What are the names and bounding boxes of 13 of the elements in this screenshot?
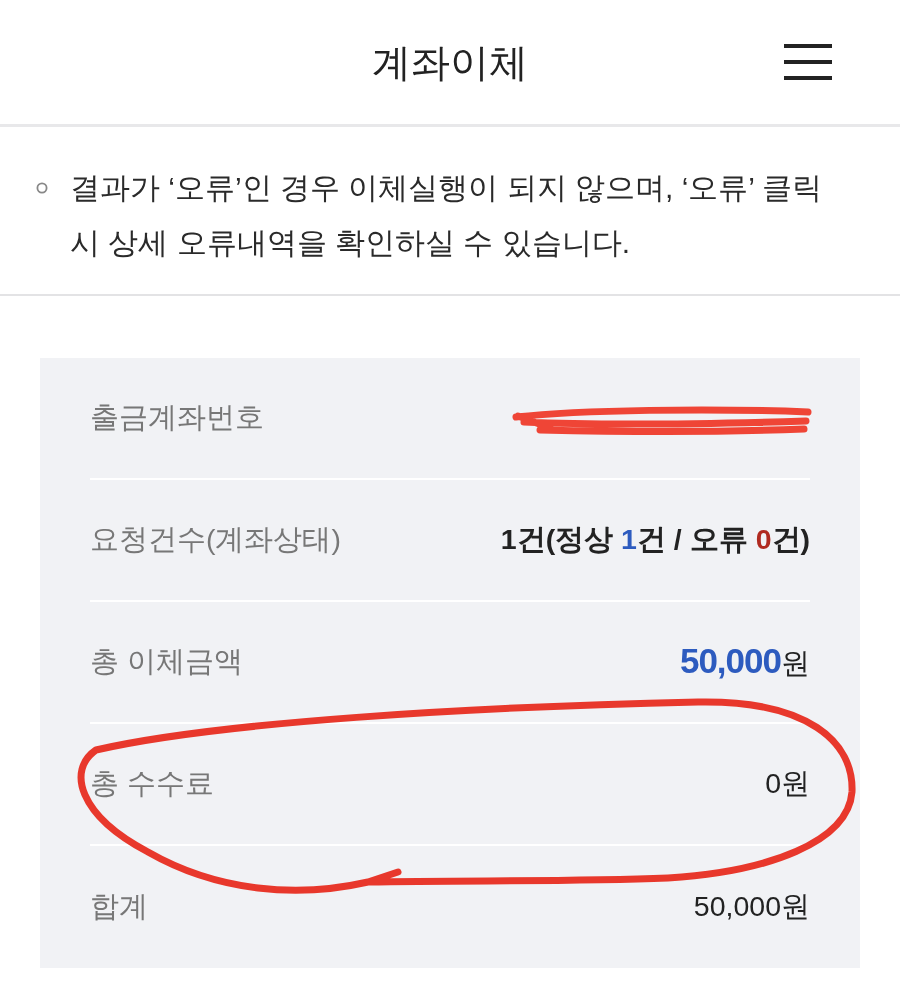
row-label: 합계: [90, 889, 148, 924]
notice-text: 결과가 ‘오류’인 경우 이체실행이 되지 않으며, ‘오류’ 클릭 시 상세 오류내역을 확인하실 수 있습니다.: [70, 170, 824, 261]
row-label: 요청건수(계좌상태): [90, 522, 341, 557]
page-title: 계좌이체: [372, 40, 528, 86]
menu-icon[interactable]: [784, 44, 832, 80]
row-value: 1건(정상 1건 / 오류 0건): [500, 522, 810, 557]
row-value: 50,000원: [693, 889, 810, 924]
row-label: 총 이체금액: [90, 644, 243, 679]
row-label: 출금계좌번호: [90, 400, 264, 435]
row-value: 50,000원: [679, 641, 810, 682]
row-label: 총 수수료: [90, 766, 214, 801]
row-value: 0원: [765, 766, 810, 801]
bullet-icon: [36, 182, 48, 194]
